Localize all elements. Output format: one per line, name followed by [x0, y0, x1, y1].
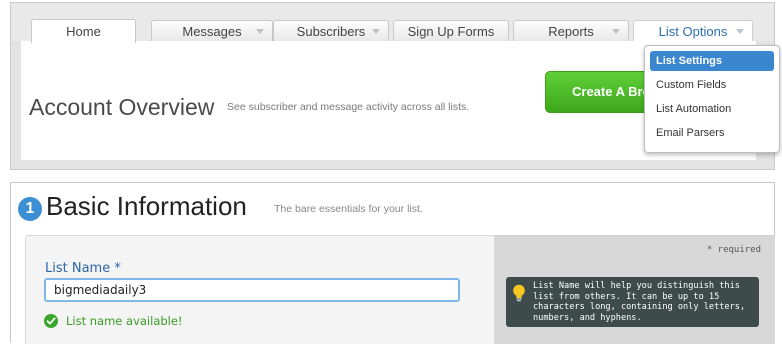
tab-messages[interactable]: Messages [151, 20, 273, 42]
main-nav-tabs: Home Messages Subscribers Sign Up Forms … [11, 3, 774, 43]
menu-item-list-automation[interactable]: List Automation [650, 99, 774, 119]
help-tooltip: List Name will help you distinguish this… [506, 277, 759, 327]
top-panel: Home Messages Subscribers Sign Up Forms … [10, 2, 780, 170]
tab-list-options[interactable]: List Options [633, 20, 753, 42]
tab-subscribers[interactable]: Subscribers [273, 20, 389, 42]
menu-item-email-parsers[interactable]: Email Parsers [650, 123, 774, 143]
chevron-down-icon [372, 29, 380, 34]
tab-messages-label: Messages [182, 24, 242, 39]
required-note: * required [706, 245, 761, 255]
tab-sign-up-forms-label: Sign Up Forms [407, 24, 495, 39]
tab-home[interactable]: Home [31, 19, 136, 43]
checkmark-icon [44, 314, 58, 328]
menu-item-custom-fields[interactable]: Custom Fields [650, 75, 774, 95]
page-subtitle: See subscriber and message activity acro… [227, 101, 470, 113]
list-name-input[interactable] [44, 278, 460, 302]
basic-information-section: 1 Basic Information The bare essentials … [10, 182, 775, 344]
menu-item-list-settings[interactable]: List Settings [650, 51, 774, 71]
chevron-down-icon [736, 29, 744, 34]
page-title: Account Overview [29, 94, 215, 120]
step-number-badge: 1 [18, 197, 42, 221]
help-sidebar: * required List Name will help you disti… [495, 235, 775, 344]
chevron-down-icon [612, 29, 620, 34]
tooltip-text: List Name will help you distinguish this… [533, 281, 746, 323]
tab-subscribers-label: Subscribers [296, 24, 366, 39]
list-name-form: List Name * List name available! [25, 235, 495, 344]
list-name-label: List Name * [45, 261, 121, 276]
tab-sign-up-forms[interactable]: Sign Up Forms [393, 20, 509, 42]
tab-reports-label: Reports [548, 24, 594, 39]
list-options-menu: List Settings Custom Fields List Automat… [644, 45, 780, 153]
tab-list-options-label: List Options [658, 24, 728, 39]
section-subtitle: The bare essentials for your list. [274, 203, 423, 215]
section-title: Basic Information [46, 191, 247, 221]
tab-reports[interactable]: Reports [513, 20, 629, 42]
chevron-down-icon [256, 29, 264, 34]
tab-home-label: Home [66, 24, 101, 39]
availability-message: List name available! [66, 314, 183, 328]
lightbulb-icon [513, 284, 525, 302]
